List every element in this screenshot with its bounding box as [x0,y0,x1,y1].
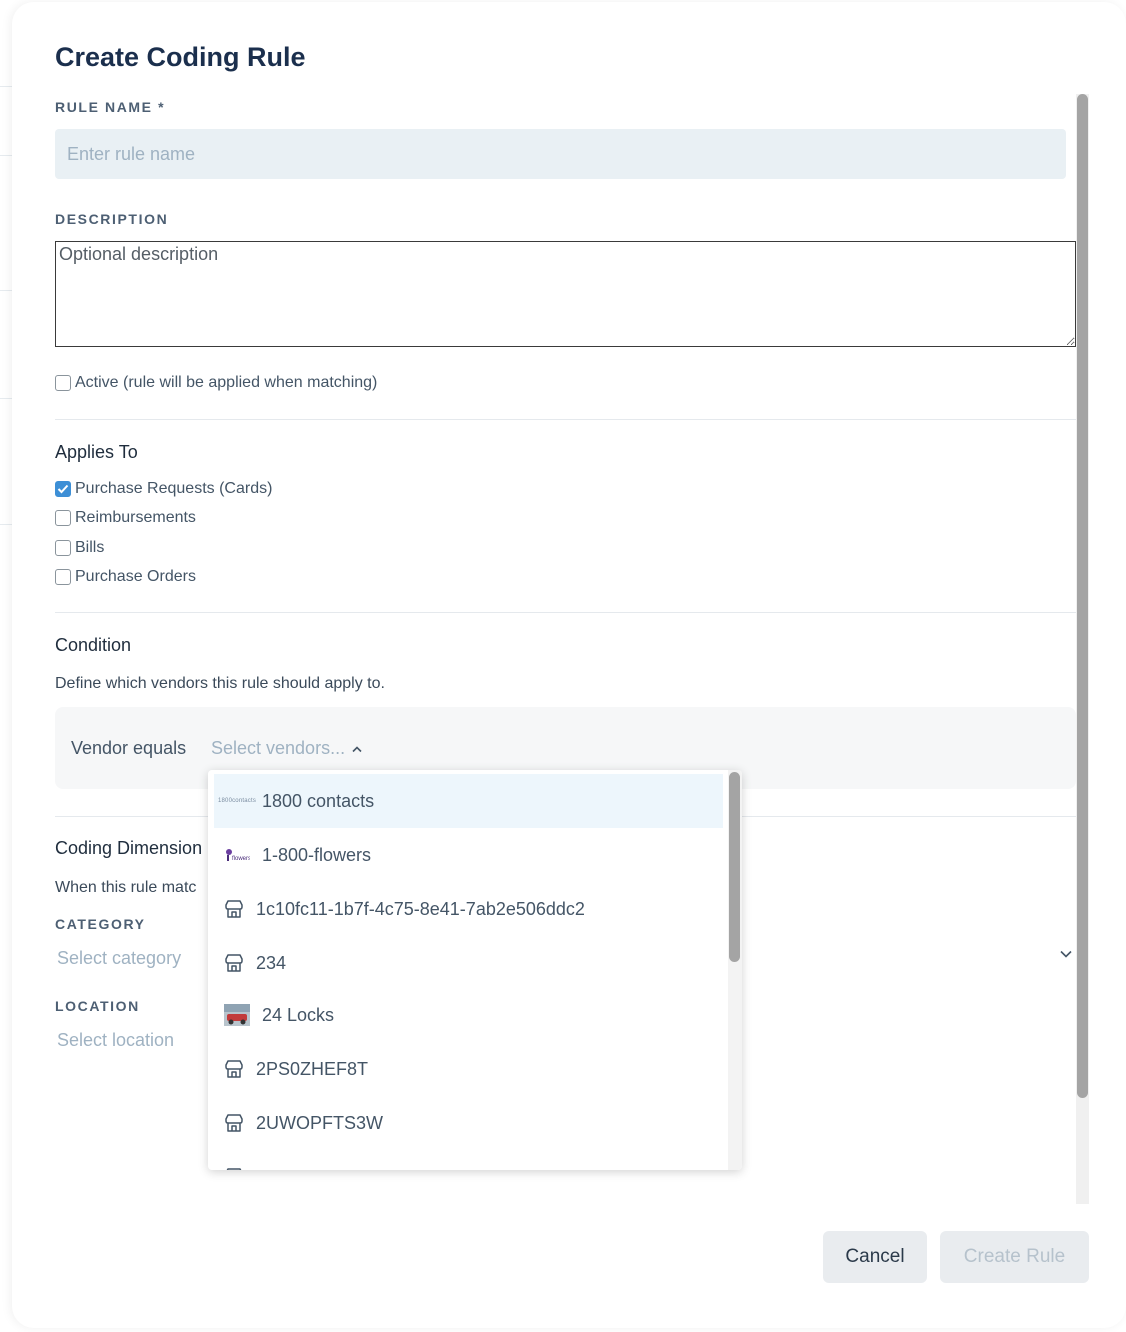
vendor-option[interactable]: 2UWOPFTS3W [214,1096,723,1150]
chevron-down-icon[interactable] [1059,949,1073,959]
applies-to-option-label: Purchase Requests (Cards) [75,480,273,497]
chevron-up-icon [352,745,362,752]
vendor-option-label: 2UWOPFTS3W [256,1112,384,1133]
24locks-logo-icon [224,1004,250,1026]
coding-dimension-description: When this rule matc [55,879,197,896]
section-divider [55,419,1076,420]
description-label: DESCRIPTION [55,211,169,227]
store-icon [224,898,244,920]
vendor-option[interactable]: 24 Locks [214,988,723,1042]
active-checkbox-row[interactable]: Active (rule will be applied when matchi… [55,374,377,392]
background-divider [0,398,12,399]
coding-dimension-title: Coding Dimension [55,838,203,858]
store-icon [224,1112,244,1134]
location-label: LOCATION [55,998,140,1014]
vendor-option[interactable]: 1800contacts 1800 contacts [214,774,723,828]
24locks-image [224,1004,250,1026]
rule-name-input[interactable] [55,129,1066,179]
background-divider [0,155,12,156]
checkmark-icon [57,484,69,494]
vendor-option-label: 24 Locks [262,1004,335,1025]
vendor-option-label: 234 [256,952,287,973]
applies-to-option-purchase-requests[interactable]: Purchase Requests (Cards) [55,480,272,498]
applies-to-option-label: Reimbursements [75,509,196,526]
category-label: CATEGORY [55,916,146,932]
create-rule-button[interactable]: Create Rule [940,1231,1089,1283]
condition-title: Condition [55,635,132,655]
purchase-orders-checkbox[interactable] [55,569,71,585]
vendor-option-label: 1800 contacts [262,790,375,811]
store-icon [224,1058,244,1080]
background-divider [0,86,12,87]
cancel-button[interactable]: Cancel [823,1231,927,1283]
modal-title: Create Coding Rule [55,42,306,72]
applies-to-option-bills[interactable]: Bills [55,539,104,557]
category-select[interactable]: Select category [57,948,181,969]
applies-to-option-reimbursements[interactable]: Reimbursements [55,509,196,527]
applies-to-title: Applies To [55,442,138,462]
vendor-select[interactable]: Select vendors... [211,738,363,759]
dropdown-scrollbar-thumb[interactable] [729,772,740,962]
1800contacts-logo-icon: 1800contacts [218,790,256,812]
rule-name-label: RULE NAME * [55,99,166,115]
vendor-option-label: 2PS0ZHEF8T [256,1058,369,1079]
modal-scrollbar-thumb[interactable] [1077,94,1088,1098]
store-icon [224,1166,244,1170]
logo-text: 1800contacts [217,798,257,804]
bills-checkbox[interactable] [55,540,71,556]
create-coding-rule-modal: Create Coding Rule RULE NAME * DESCRIPTI… [12,2,1126,1328]
applies-to-option-label: Bills [75,539,105,556]
vendor-select-placeholder: Select vendors... [211,738,346,758]
vendor-option[interactable]: 234 [214,936,723,990]
purchase-requests-checkbox[interactable] [55,481,71,497]
vendor-option-label: 1-800-flowers [262,844,372,865]
1800flowers-logo-icon: flowers [224,844,250,866]
svg-text:flowers: flowers [232,856,250,862]
location-select[interactable]: Select location [57,1030,174,1051]
vendor-option[interactable]: flowers 1-800-flowers [214,828,723,882]
vendor-dropdown: 1800contacts 1800 contacts flowers 1-800… [208,770,742,1170]
condition-description: Define which vendors this rule should ap… [55,675,385,692]
store-icon [224,952,244,974]
background-divider [0,524,12,525]
vendor-option[interactable]: 300 [214,1150,723,1170]
applies-to-option-label: Purchase Orders [75,568,196,585]
vendor-option[interactable]: 1c10fc11-1b7f-4c75-8e41-7ab2e506ddc2 [214,882,723,936]
active-checkbox-label: Active (rule will be applied when matchi… [75,374,378,391]
description-textarea[interactable] [55,241,1076,347]
applies-to-option-purchase-orders[interactable]: Purchase Orders [55,568,196,586]
reimbursements-checkbox[interactable] [55,510,71,526]
active-checkbox[interactable] [55,375,71,391]
vendor-option-label: 300 [256,1167,286,1171]
flowers-logo-mark: flowers [226,849,250,862]
vendor-option[interactable]: 2PS0ZHEF8T [214,1042,723,1096]
vendor-equals-label: Vendor equals [71,738,187,758]
vendor-option-label: 1c10fc11-1b7f-4c75-8e41-7ab2e506ddc2 [256,898,585,919]
section-divider [55,612,1076,613]
background-divider [0,290,12,291]
